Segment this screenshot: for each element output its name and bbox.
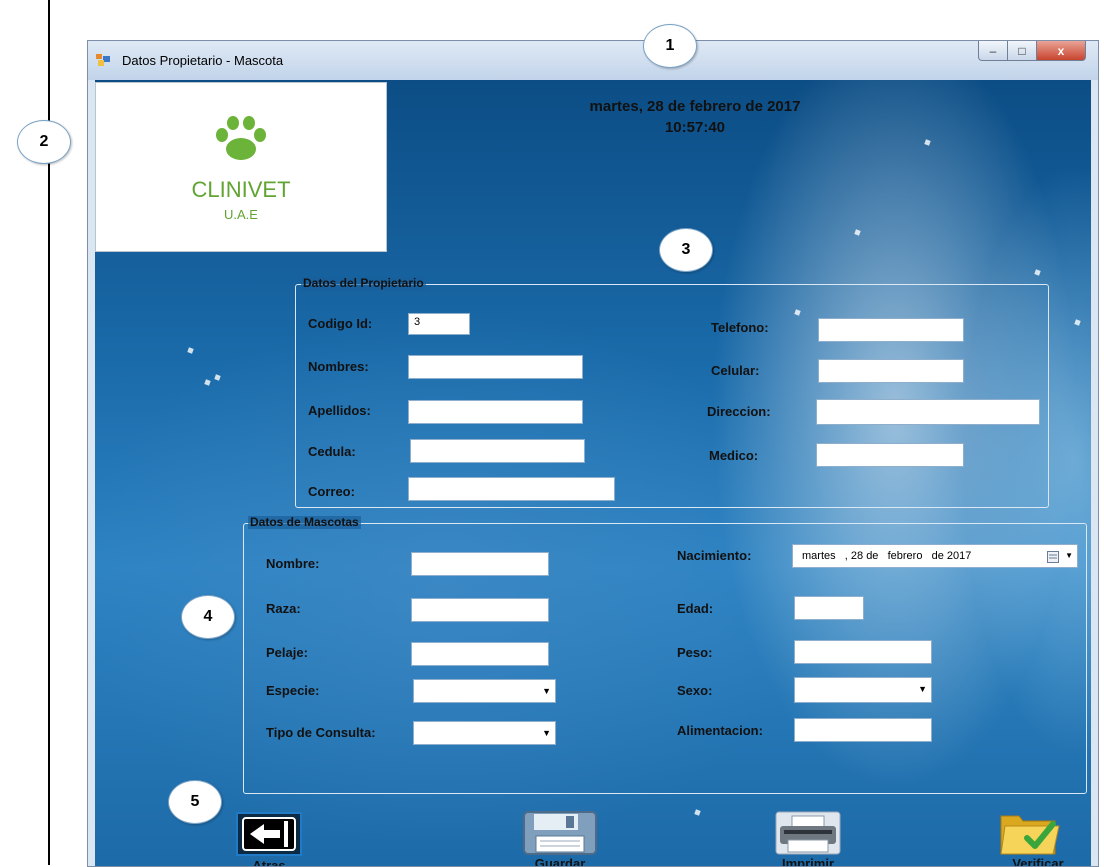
nombre-label: Nombre: xyxy=(266,556,320,571)
sparkle-decoration xyxy=(854,229,861,236)
direccion-field[interactable] xyxy=(816,399,1040,425)
sparkle-decoration xyxy=(187,347,194,354)
apellidos-label: Apellidos: xyxy=(308,403,371,418)
direccion-label: Direccion: xyxy=(707,404,771,419)
pet-group-title: Datos de Mascotas xyxy=(248,515,361,529)
cedula-label: Cedula: xyxy=(308,444,356,459)
edad-label: Edad: xyxy=(677,601,714,616)
pelaje-field[interactable] xyxy=(411,642,549,666)
minimize-button[interactable]: – xyxy=(978,41,1008,61)
current-date: martes, 28 de febrero de 2017 xyxy=(589,98,801,115)
pet-nombre-field[interactable] xyxy=(411,552,549,576)
sparkle-decoration xyxy=(1074,319,1081,326)
correo-field[interactable] xyxy=(408,477,615,501)
peso-field[interactable] xyxy=(794,640,932,664)
alimentacion-label: Alimentacion: xyxy=(677,723,763,738)
raza-field[interactable] xyxy=(411,598,549,622)
back-arrow-icon xyxy=(242,817,296,851)
sparkle-decoration xyxy=(1034,269,1041,276)
maximize-button[interactable]: □ xyxy=(1007,41,1037,61)
verify-button[interactable]: Verificar xyxy=(993,806,1083,866)
sparkle-decoration xyxy=(204,379,211,386)
printer-icon xyxy=(775,811,841,855)
nacimiento-label: Nacimiento: xyxy=(677,548,752,563)
alimentacion-field[interactable] xyxy=(794,718,932,742)
sexo-label: Sexo: xyxy=(677,683,713,698)
nacimiento-datepicker[interactable]: martes , 28 de febrero de 2017 ▼ xyxy=(792,544,1078,568)
nombres-label: Nombres: xyxy=(308,359,369,374)
tipo-consulta-label: Tipo de Consulta: xyxy=(266,725,376,740)
nacimiento-value: martes , 28 de febrero de 2017 xyxy=(802,550,972,562)
cedula-field[interactable] xyxy=(410,439,585,463)
nombres-field[interactable] xyxy=(408,355,583,379)
codigo-field[interactable]: 3 xyxy=(408,313,470,335)
apellidos-field[interactable] xyxy=(408,400,583,424)
medico-label: Medico: xyxy=(709,448,759,463)
paw-icon xyxy=(216,116,266,160)
sparkle-decoration xyxy=(924,139,931,146)
close-icon: x xyxy=(1057,43,1065,58)
especie-dropdown[interactable]: ▼ xyxy=(413,679,556,703)
sexo-dropdown[interactable]: ▼ xyxy=(794,677,932,703)
chevron-down-icon: ▼ xyxy=(542,728,551,738)
raza-label: Raza: xyxy=(266,601,301,616)
callout-2: 2 xyxy=(17,120,71,164)
app-window: Datos Propietario - Mascota – □ x CLINIV… xyxy=(87,40,1099,867)
maximize-icon: □ xyxy=(1018,43,1026,58)
telefono-field[interactable] xyxy=(818,318,964,342)
sparkle-decoration xyxy=(694,809,701,816)
callout-4: 4 xyxy=(181,595,235,639)
save-disk-icon xyxy=(523,811,597,855)
edad-field[interactable] xyxy=(794,596,864,620)
back-button[interactable]: Atras xyxy=(236,810,304,866)
logo-name: CLINIVET xyxy=(191,177,291,202)
folder-check-icon xyxy=(1000,815,1060,855)
close-button[interactable]: x xyxy=(1036,41,1086,61)
save-button[interactable]: Guardar xyxy=(510,808,610,866)
especie-label: Especie: xyxy=(266,683,320,698)
minimize-icon: – xyxy=(989,43,997,58)
pelaje-label: Pelaje: xyxy=(266,645,308,660)
calendar-icon[interactable] xyxy=(1047,551,1059,563)
tipo-consulta-dropdown[interactable]: ▼ xyxy=(413,721,556,745)
callout-3: 3 xyxy=(659,228,713,272)
clinic-logo: CLINIVET U.A.E xyxy=(95,82,387,252)
current-time: 10:57:40 xyxy=(664,119,726,136)
owner-group-title: Datos del Propietario xyxy=(301,276,426,290)
chevron-down-icon: ▼ xyxy=(542,686,551,696)
callout-1: 1 xyxy=(643,24,697,68)
celular-label: Celular: xyxy=(711,363,760,378)
medico-field[interactable] xyxy=(816,443,964,467)
telefono-label: Telefono: xyxy=(711,320,769,335)
correo-label: Correo: xyxy=(308,484,355,499)
chevron-down-icon: ▼ xyxy=(1065,551,1073,560)
form-icon xyxy=(96,54,110,66)
title-bar[interactable]: Datos Propietario - Mascota – □ x xyxy=(88,41,1098,80)
codigo-label: Codigo Id: xyxy=(308,316,373,331)
form-client-area: CLINIVET U.A.E martes, 28 de febrero de … xyxy=(95,80,1091,866)
print-button[interactable]: Imprimir xyxy=(758,808,858,866)
chevron-down-icon: ▼ xyxy=(918,684,927,694)
callout-5: 5 xyxy=(168,780,222,824)
sparkle-decoration xyxy=(214,374,221,381)
peso-label: Peso: xyxy=(677,645,713,660)
celular-field[interactable] xyxy=(818,359,964,383)
window-title: Datos Propietario - Mascota xyxy=(122,53,284,68)
logo-subtitle: U.A.E xyxy=(224,207,258,222)
